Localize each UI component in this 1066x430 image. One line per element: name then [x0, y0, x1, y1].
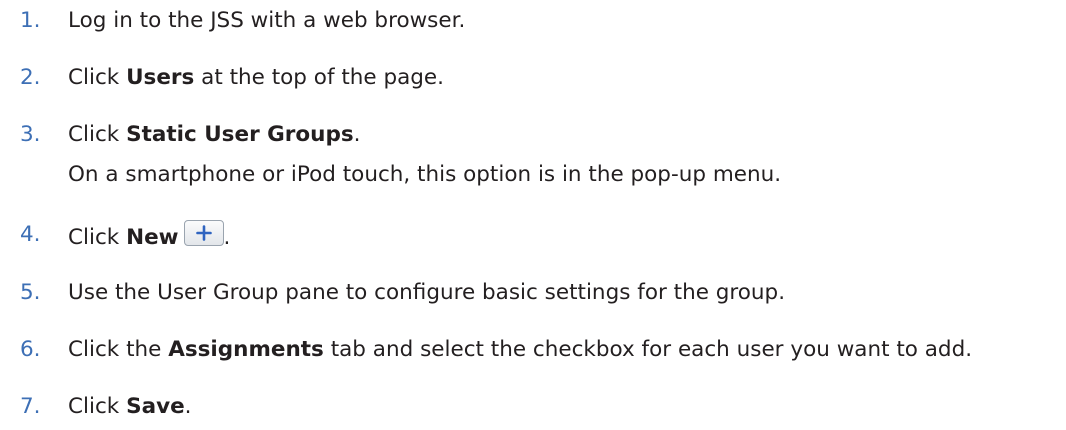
step-number: 5. [20, 280, 41, 305]
step-number: 7. [20, 394, 41, 419]
step-number: 2. [20, 65, 41, 90]
step-3-note: On a smartphone or iPod touch, this opti… [68, 162, 782, 187]
ui-term-static-user-groups: Static User Groups [126, 122, 354, 147]
ui-term-assignments: Assignments [168, 337, 324, 362]
ui-term-users: Users [126, 65, 195, 90]
step-text: Click Users at the top of the page. [68, 65, 444, 90]
plus-icon [195, 225, 212, 241]
step-number: 3. [20, 122, 41, 147]
step-text: Click Static User Groups. [68, 122, 361, 147]
step-text: Log in to the JSS with a web browser. [68, 8, 466, 33]
step-number: 6. [20, 337, 41, 362]
new-plus-button-image [183, 220, 224, 246]
step-text: Click the Assignments tab and select the… [68, 337, 973, 362]
step-text: Click Save. [68, 394, 192, 419]
step-text: Use the User Group pane to configure bas… [68, 280, 786, 305]
step-text: Click New. [68, 220, 230, 253]
step-number: 1. [20, 8, 41, 33]
step-number: 4. [20, 222, 41, 247]
ui-term-save: Save [126, 394, 185, 419]
ui-term-new: New [126, 225, 179, 250]
